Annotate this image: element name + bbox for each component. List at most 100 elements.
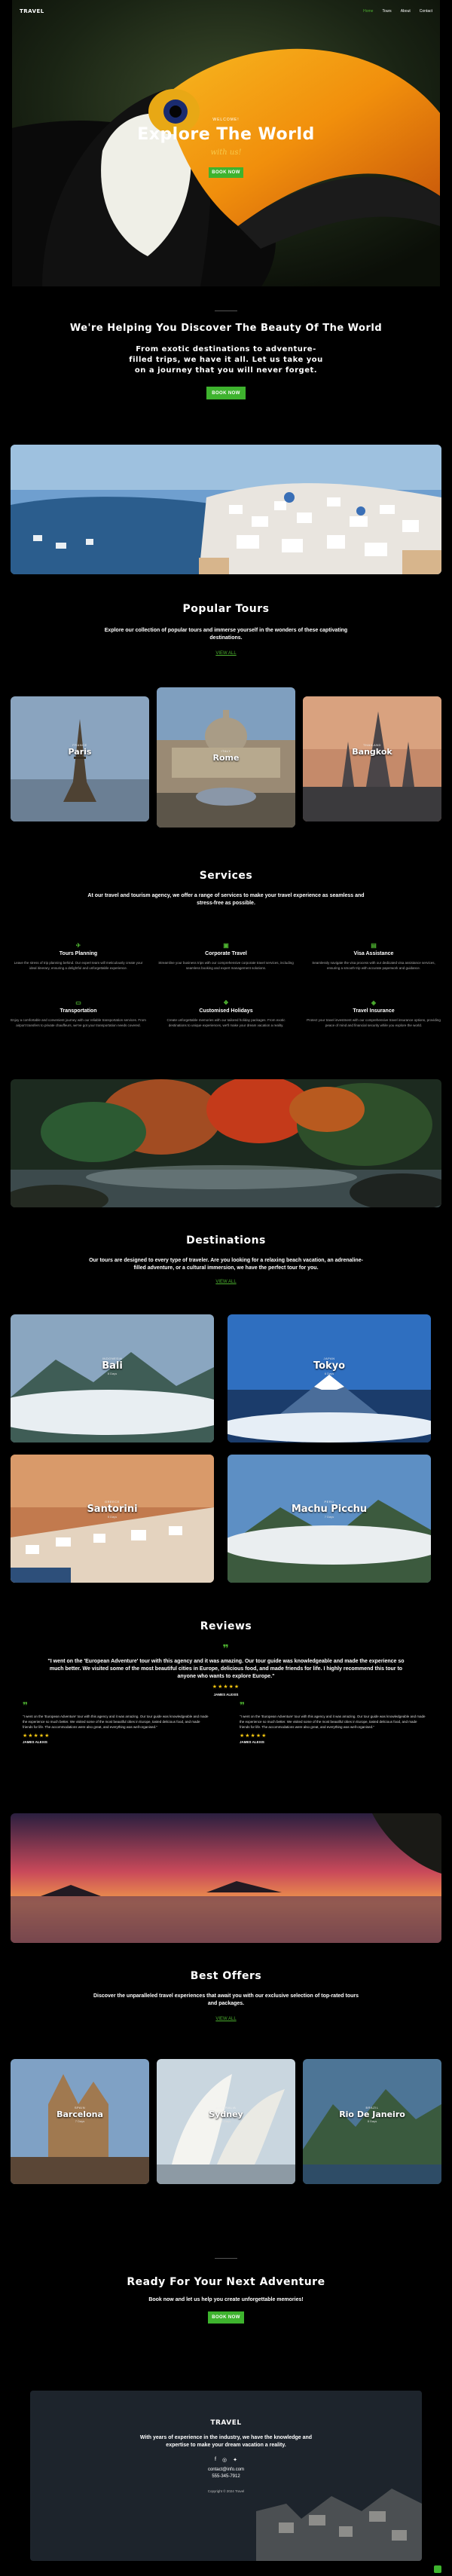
cta-heading: Ready For Your Next Adventure <box>127 2276 325 2288</box>
twitter-icon[interactable]: ✦ <box>233 2457 237 2463</box>
destination-days: 5 Days <box>107 1515 118 1519</box>
hero-book-button[interactable]: BOOK NOW <box>209 167 243 178</box>
intro-heading: We're Helping You Discover The Beauty Of… <box>69 323 383 334</box>
service-title: Travel Insurance <box>353 1008 395 1014</box>
destination-city: Santorini <box>87 1504 138 1515</box>
service-title: Transportation <box>60 1008 97 1014</box>
destination-card-machu-picchu[interactable]: PERU Machu Picchu 7 Days <box>228 1455 431 1583</box>
tour-card-paris[interactable]: FRANCE Paris <box>11 696 149 821</box>
destination-days: 6 Days <box>324 1372 334 1375</box>
services-grid: ✈ Tours Planning Leave the stress of tri… <box>11 942 441 1055</box>
service-title: Corporate Travel <box>205 951 247 956</box>
santorini-image <box>11 1455 214 1583</box>
review-stars: ★★★★★ <box>23 1733 50 1739</box>
destination-card-tokyo-label: JAPAN Tokyo 6 Days <box>228 1357 431 1375</box>
sunset-banner-image <box>11 1813 441 1943</box>
review-main-quote: "I went on the 'European Adventure' tour… <box>47 1659 405 1679</box>
hero-title: Explore The World <box>137 125 315 144</box>
tour-card-paris-label: FRANCE Paris <box>11 743 149 757</box>
briefcase-icon: ▣ <box>223 942 229 949</box>
footer: TRAVEL With years of experience in the i… <box>30 2391 422 2561</box>
machu-picchu-image <box>228 1455 431 1583</box>
footer-phone[interactable]: 555-345-7912 <box>60 2474 392 2479</box>
tours-view-all-link[interactable]: VIEW ALL <box>60 651 392 656</box>
review-card-right: ❞ "I went on the 'European Adventure' to… <box>240 1700 428 1744</box>
destination-days: 7 Days <box>324 1515 334 1519</box>
offer-card-barcelona[interactable]: SPAIN Barcelona 7 Days <box>11 2059 149 2184</box>
destination-card-tokyo[interactable]: JAPAN Tokyo 6 Days <box>228 1314 431 1442</box>
passport-icon: ▤ <box>371 942 377 949</box>
offer-days: 8 Days <box>367 2119 377 2123</box>
destinations-view-all-link[interactable]: VIEW ALL <box>60 1280 392 1284</box>
service-title: Tours Planning <box>59 951 98 956</box>
destinations-heading: Destinations <box>186 1234 266 1247</box>
paris-image <box>11 696 149 821</box>
page: TRAVEL Home Tours About Contact WELCOME!… <box>0 0 452 2576</box>
footer-copyright: Copyright © 2024 Travel <box>207 2489 245 2493</box>
review-quote: "I went on the 'European Adventure' tour… <box>23 1715 209 1729</box>
nav-link-home[interactable]: Home <box>363 9 373 14</box>
services-text: At our travel and tourism agency, we off… <box>87 893 365 906</box>
compass-icon: ✈ <box>75 942 81 949</box>
service-title: Customised Holidays <box>199 1008 253 1014</box>
destinations-section: Destinations Our tours are designed to e… <box>60 1234 392 1284</box>
facebook-icon[interactable]: f <box>215 2457 216 2463</box>
offers-view-all-link[interactable]: VIEW ALL <box>60 2017 392 2021</box>
bangkok-image <box>303 696 441 821</box>
service-title: Visa Assistance <box>353 951 394 956</box>
bali-image <box>11 1314 214 1442</box>
tour-card-city: Rome <box>212 753 240 763</box>
service-desc: Protect your travel investment with our … <box>307 1018 441 1027</box>
navbar: TRAVEL Home Tours About Contact <box>12 6 440 17</box>
review-author: JAMES ALEXIS <box>23 1740 47 1744</box>
offers-text: Discover the unparalleled travel experie… <box>93 1993 359 2006</box>
destination-card-bali[interactable]: INDONESIA Bali 8 Days <box>11 1314 214 1442</box>
destinations-text: Our tours are designed to every type of … <box>89 1258 363 1271</box>
hero-welcome: WELCOME! <box>212 118 240 122</box>
cta-divider <box>215 2258 237 2259</box>
tour-card-rome-label: ITALY Rome <box>157 749 295 763</box>
instagram-icon[interactable]: ◎ <box>222 2457 227 2463</box>
scroll-to-top-button[interactable] <box>434 2565 441 2573</box>
offers-heading: Best Offers <box>190 1970 262 1982</box>
forest-banner-image <box>11 1079 441 1207</box>
destination-card-santorini[interactable]: GREECE Santorini 5 Days <box>11 1455 214 1583</box>
destination-card-bali-label: INDONESIA Bali 8 Days <box>11 1357 214 1375</box>
destination-days: 8 Days <box>107 1372 118 1375</box>
nav-link-about[interactable]: About <box>401 9 411 14</box>
offer-card-rio-label: BRAZIL Rio De Janeiro 8 Days <box>303 2106 441 2123</box>
offer-card-sydney[interactable]: AUSTRALIA Sydney 6 Days <box>157 2059 295 2184</box>
logo[interactable]: TRAVEL <box>20 8 44 14</box>
offer-city: Sydney <box>209 2109 243 2119</box>
tours-text: Explore our collection of popular tours … <box>104 628 348 641</box>
quote-icon: ❞ <box>222 1643 230 1655</box>
footer-logo[interactable]: TRAVEL <box>60 2419 392 2427</box>
nav-link-contact[interactable]: Contact <box>420 9 432 14</box>
tour-card-rome[interactable]: ITALY Rome <box>157 687 295 828</box>
nav-links: Home Tours About Contact <box>363 9 432 14</box>
review-main-author: JAMES ALEXIS <box>213 1693 239 1696</box>
review-stars: ★★★★★ <box>240 1733 267 1739</box>
offer-city: Barcelona <box>56 2109 103 2119</box>
footer-text: With years of experience in the industry… <box>139 2435 313 2448</box>
review-quote: "I went on the 'European Adventure' tour… <box>240 1715 426 1729</box>
footer-content: TRAVEL With years of experience in the i… <box>60 2419 392 2493</box>
service-desc: Leave the stress of trip planning behind… <box>14 961 143 970</box>
bus-icon: ▭ <box>75 999 81 1006</box>
review-author: JAMES ALEXIS <box>240 1740 264 1744</box>
service-travel-insurance: ◈ Travel Insurance Protect your travel i… <box>306 999 441 1028</box>
cta-text: Book now and let us help you create unfo… <box>148 2297 304 2302</box>
offers-section: Best Offers Discover the unparalleled tr… <box>60 1970 392 2021</box>
intro-book-button[interactable]: BOOK NOW <box>206 387 246 399</box>
destination-card-santorini-label: GREECE Santorini 5 Days <box>11 1500 214 1519</box>
destination-city: Machu Picchu <box>291 1504 368 1515</box>
tour-card-bangkok[interactable]: THAILAND Bangkok <box>303 696 441 821</box>
service-customised-holidays: ❖ Customised Holidays Create unforgettab… <box>158 999 294 1028</box>
nav-link-tours[interactable]: Tours <box>382 9 391 14</box>
tour-card-bangkok-label: THAILAND Bangkok <box>303 743 441 757</box>
footer-email[interactable]: contact@info.com <box>60 2467 392 2472</box>
service-desc: Create unforgettable memories with our t… <box>166 1018 286 1027</box>
cta-book-button[interactable]: BOOK NOW <box>208 2311 244 2324</box>
service-transportation: ▭ Transportation Enjoy a comfortable and… <box>11 999 146 1028</box>
offer-card-rio[interactable]: BRAZIL Rio De Janeiro 8 Days <box>303 2059 441 2184</box>
